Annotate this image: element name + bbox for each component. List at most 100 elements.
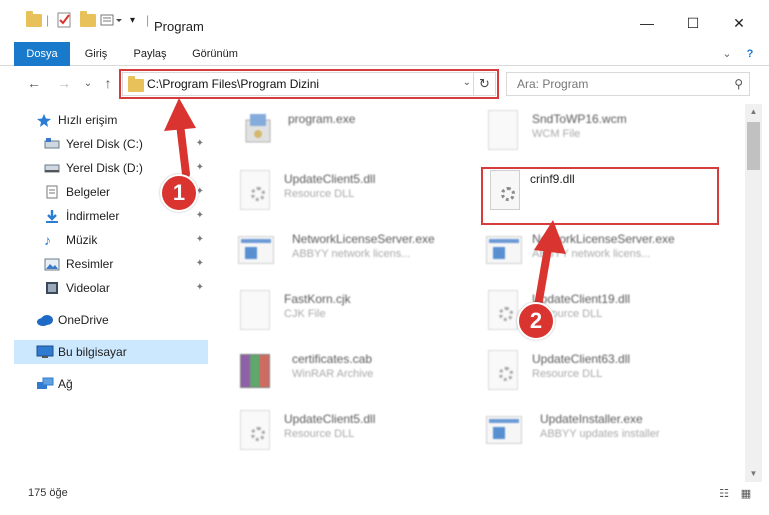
folder-icon xyxy=(26,10,42,28)
scroll-up-icon[interactable]: ▲ xyxy=(745,104,762,120)
sidebar-item-label: OneDrive xyxy=(58,313,109,327)
exe-window-icon xyxy=(484,230,524,274)
pictures-icon xyxy=(44,257,60,271)
sidebar-item-videos[interactable]: Videolar ✦ xyxy=(44,276,208,300)
sidebar-item-music[interactable]: ♪ Müzik ✦ xyxy=(44,228,208,252)
file-item[interactable]: UpdateClient5.dll Resource DLL xyxy=(236,410,466,460)
search-icon[interactable]: ⚲ xyxy=(734,77,743,91)
network-icon xyxy=(36,377,54,391)
file-item[interactable]: FastKorn.cjk CJK File xyxy=(236,290,466,340)
file-description: ABBYY network licens... xyxy=(532,248,651,260)
search-placeholder: Ara: Program xyxy=(517,77,589,91)
drive-icon xyxy=(44,161,60,175)
file-item[interactable]: SndToWP16.wcm WCM File xyxy=(484,110,714,160)
dll-gear-icon xyxy=(484,350,524,394)
minimize-button[interactable]: — xyxy=(624,8,670,38)
window-title: Program xyxy=(154,19,204,34)
sidebar-item-label: İndirmeler xyxy=(66,209,120,223)
step-badge-2: 2 xyxy=(517,302,555,340)
sidebar-item-label: Müzik xyxy=(66,233,98,247)
sidebar-item-label: Yerel Disk (C:) xyxy=(66,137,143,151)
tab-file[interactable]: Dosya xyxy=(14,42,70,66)
sidebar-item-label: Videolar xyxy=(66,281,110,295)
navigation-pane: Hızlı erişim Yerel Disk (C:) ✦ Yerel Dis… xyxy=(0,104,214,482)
tab-view[interactable]: Görünüm xyxy=(184,42,246,66)
tab-home[interactable]: Giriş xyxy=(76,42,116,66)
pin-icon[interactable]: ✦ xyxy=(196,138,204,149)
sidebar-item-pictures[interactable]: Resimler ✦ xyxy=(44,252,208,276)
pin-icon[interactable]: ✦ xyxy=(196,162,204,173)
file-item[interactable]: UpdateClient5.dll Resource DLL xyxy=(236,170,466,220)
sidebar-item-label: Ağ xyxy=(58,377,73,391)
title-bar: | ▾ | Program — ☐ ✕ xyxy=(0,0,769,40)
up-button[interactable]: ↑ xyxy=(98,72,118,94)
back-button[interactable]: ← xyxy=(24,72,44,94)
step-badge-1: 1 xyxy=(160,174,198,212)
pin-icon[interactable]: ✦ xyxy=(196,258,204,269)
documents-icon xyxy=(44,185,60,199)
sidebar-item-label: Belgeler xyxy=(66,185,111,199)
file-item[interactable]: UpdateClient63.dll Resource DLL xyxy=(484,350,714,400)
sidebar-item-label: Yerel Disk (D:) xyxy=(66,161,143,175)
file-name: FastKorn.cjk xyxy=(284,292,351,306)
separator: | xyxy=(146,13,150,27)
forward-button[interactable]: → xyxy=(54,72,74,94)
sidebar-item-label: Resimler xyxy=(66,257,114,271)
sidebar-item-label: Bu bilgisayar xyxy=(58,345,127,359)
file-name: program.exe xyxy=(288,112,356,126)
address-highlight-box xyxy=(119,69,499,99)
pin-icon[interactable]: ✦ xyxy=(196,210,204,221)
recent-locations-button[interactable]: ⌄ xyxy=(78,72,98,94)
quick-access-dropdown-icon[interactable]: ▾ xyxy=(130,12,135,28)
file-description: WCM File xyxy=(532,128,581,140)
new-folder-icon[interactable] xyxy=(80,10,96,28)
exe-window-icon xyxy=(236,230,276,274)
maximize-button[interactable]: ☐ xyxy=(670,8,716,38)
sidebar-item-network[interactable]: Ağ xyxy=(36,372,208,396)
star-icon xyxy=(36,113,52,127)
large-icons-view-icon[interactable]: ▦ xyxy=(738,487,754,501)
videos-icon xyxy=(44,281,60,295)
customize-toolbar-icon[interactable] xyxy=(100,12,126,28)
help-icon[interactable]: ? xyxy=(742,42,758,66)
sidebar-item-local-disk-c[interactable]: Yerel Disk (C:) ✦ xyxy=(44,132,208,156)
cloud-icon xyxy=(36,313,53,327)
sidebar-item-quick-access[interactable]: Hızlı erişim xyxy=(36,108,208,132)
file-name: UpdateClient5.dll xyxy=(284,412,376,426)
file-description: Resource DLL xyxy=(532,368,603,380)
dll-gear-icon xyxy=(236,170,276,214)
tab-share[interactable]: Paylaş xyxy=(124,42,176,66)
file-name: certificates.cab xyxy=(292,352,373,366)
close-button[interactable]: ✕ xyxy=(716,8,762,38)
file-name: NetworkLicenseServer.exe xyxy=(532,232,675,246)
drive-icon xyxy=(44,137,60,151)
document-icon xyxy=(236,290,276,334)
music-icon: ♪ xyxy=(44,232,51,248)
file-item[interactable]: NetworkLicenseServer.exe ABBYY network l… xyxy=(236,230,466,280)
properties-icon[interactable] xyxy=(56,12,72,28)
download-icon xyxy=(44,209,60,223)
file-name: NetworkLicenseServer.exe xyxy=(292,232,435,246)
file-item[interactable]: program.exe xyxy=(240,110,470,160)
file-name: UpdateClient19.dll xyxy=(532,292,631,306)
ribbon-tabs: Dosya Giriş Paylaş Görünüm ⌄ ? xyxy=(0,42,769,66)
details-view-icon[interactable]: ☷ xyxy=(716,487,732,501)
file-description: ABBYY updates installer xyxy=(540,428,660,440)
sidebar-item-this-pc[interactable]: Bu bilgisayar xyxy=(14,340,208,364)
scroll-thumb[interactable] xyxy=(747,122,760,170)
pin-icon[interactable]: ✦ xyxy=(196,282,204,293)
search-input[interactable]: Ara: Program ⚲ xyxy=(506,72,750,96)
sidebar-item-onedrive[interactable]: OneDrive xyxy=(36,308,208,332)
installer-icon xyxy=(240,110,280,154)
file-highlight-box xyxy=(481,167,719,225)
file-item[interactable]: certificates.cab WinRAR Archive xyxy=(236,350,466,400)
ribbon-expand-icon[interactable]: ⌄ xyxy=(720,42,734,66)
file-item[interactable]: UpdateInstaller.exe ABBYY updates instal… xyxy=(484,410,714,460)
dll-gear-icon xyxy=(236,410,276,454)
document-icon xyxy=(484,110,524,154)
scroll-down-icon[interactable]: ▼ xyxy=(745,466,762,482)
file-item[interactable]: NetworkLicenseServer.exe ABBYY network l… xyxy=(484,230,714,280)
pin-icon[interactable]: ✦ xyxy=(196,234,204,245)
vertical-scrollbar[interactable]: ▲ ▼ xyxy=(745,104,762,482)
file-name: UpdateClient5.dll xyxy=(284,172,376,186)
